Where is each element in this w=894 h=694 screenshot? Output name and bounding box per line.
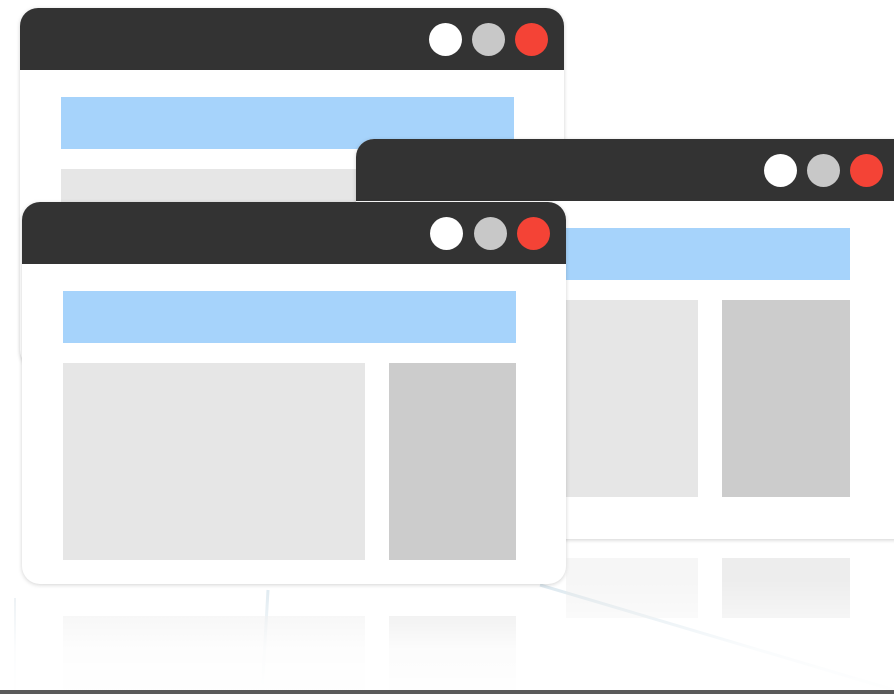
windows-reflection (0, 558, 894, 694)
header-placeholder (63, 291, 516, 343)
window-button-red[interactable] (515, 23, 548, 56)
sidebar-placeholder (722, 300, 850, 497)
browser-windows-illustration (0, 0, 894, 694)
main-content-placeholder (63, 363, 365, 560)
window-button-gray[interactable] (807, 154, 840, 187)
bottom-border (0, 690, 894, 694)
window-button-red[interactable] (517, 217, 550, 250)
window-button-white[interactable] (764, 154, 797, 187)
window-button-white[interactable] (429, 23, 462, 56)
window-button-red[interactable] (850, 154, 883, 187)
window-button-white[interactable] (430, 217, 463, 250)
window-button-gray[interactable] (474, 217, 507, 250)
window-button-gray[interactable] (472, 23, 505, 56)
sidebar-placeholder (389, 363, 516, 560)
reflection-fade (0, 580, 894, 694)
window-front (22, 202, 566, 584)
